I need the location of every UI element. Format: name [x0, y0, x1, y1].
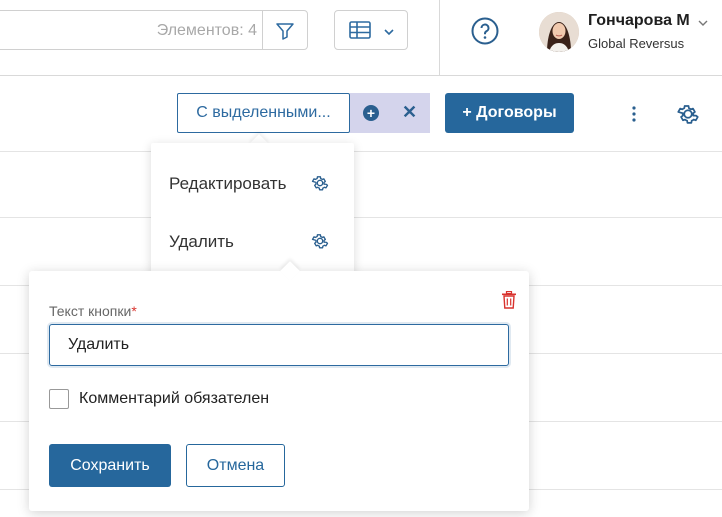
search-box[interactable]: Элементов: 4 — [0, 10, 308, 50]
comment-required-label[interactable]: Комментарий обязателен — [79, 390, 269, 408]
menu-item-label: Удалить — [169, 232, 234, 251]
save-button[interactable]: Сохранить — [49, 444, 171, 487]
menu-item-delete[interactable]: Удалить — [151, 217, 354, 265]
user-organization: Global Reversus — [588, 36, 685, 51]
table-icon — [349, 21, 371, 44]
items-count: Элементов: 4 — [156, 22, 257, 39]
kebab-icon[interactable] — [630, 104, 638, 124]
menu-item-label: Редактировать — [169, 174, 287, 193]
row-divider — [0, 217, 722, 218]
gear-icon[interactable] — [310, 173, 330, 193]
add-contract-button[interactable]: + Договоры — [445, 93, 574, 133]
cancel-button[interactable]: Отмена — [186, 444, 285, 487]
field-label-text: Текст кнопки — [49, 303, 132, 319]
row-divider — [0, 151, 722, 152]
top-bar: Элементов: 4 Гончарова М Global Reversus — [0, 0, 722, 76]
divider — [262, 11, 263, 49]
button-text-input[interactable] — [49, 324, 509, 366]
selection-tray: + ✕ — [350, 93, 430, 133]
with-selected-button[interactable]: С выделенными... — [177, 93, 350, 133]
edit-button-popup: Текст кнопки* Комментарий обязателен Сох… — [29, 271, 529, 511]
avatar[interactable] — [539, 12, 579, 52]
filter-icon[interactable] — [275, 21, 295, 41]
gear-icon[interactable] — [675, 101, 701, 127]
menu-item-edit[interactable]: Редактировать — [151, 159, 354, 207]
plus-circle-icon[interactable]: + — [363, 105, 379, 121]
chevron-down-icon — [383, 24, 395, 42]
button-text-label: Текст кнопки* — [49, 303, 137, 319]
view-switch-button[interactable] — [334, 10, 408, 50]
chevron-down-icon[interactable] — [697, 15, 709, 33]
gear-icon[interactable] — [310, 231, 330, 251]
user-name[interactable]: Гончарова М — [588, 12, 690, 30]
divider — [439, 0, 440, 76]
required-mark: * — [131, 303, 137, 319]
trash-icon[interactable] — [501, 290, 517, 309]
comment-required-checkbox[interactable] — [49, 389, 69, 409]
help-circle-icon[interactable] — [471, 17, 499, 45]
close-icon[interactable]: ✕ — [402, 102, 417, 123]
